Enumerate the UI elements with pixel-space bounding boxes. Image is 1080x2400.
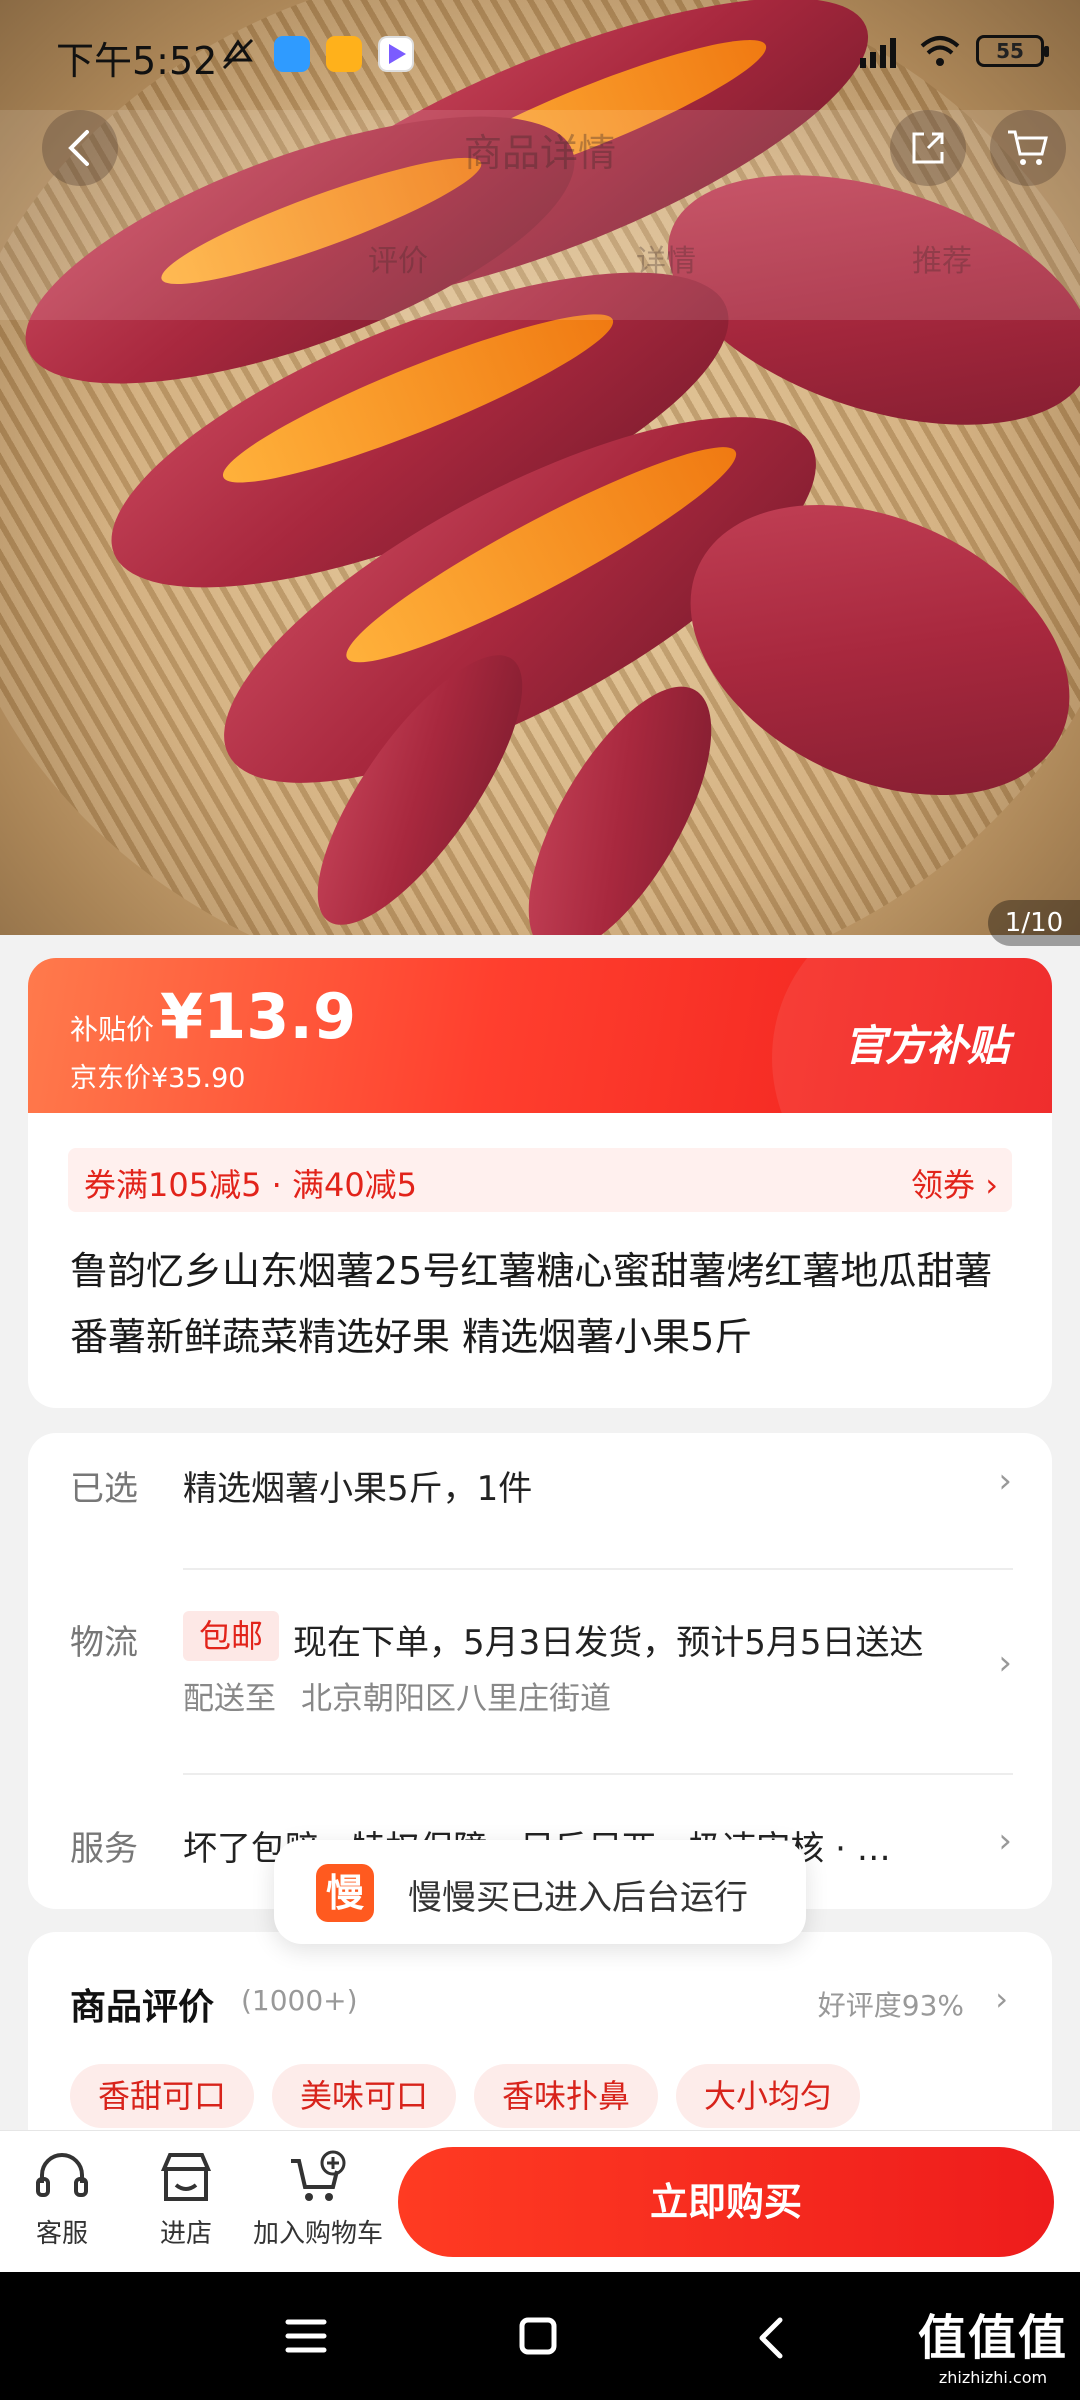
deliver-to-label: 配送至 [183, 1681, 276, 1717]
subsidy-label: 补贴价 [70, 1013, 155, 1046]
store-button[interactable]: 进店 [146, 2149, 226, 2250]
toast-text: 慢慢买已进入后台运行 [408, 1878, 748, 1918]
wifi-icon [920, 36, 960, 66]
chevron-right-icon: › [998, 1461, 1012, 1501]
buy-now-button[interactable]: 立即购买 [398, 2147, 1054, 2257]
image-counter: 1/10 [988, 900, 1080, 946]
reviews-title: 商品评价 [70, 1987, 215, 2028]
status-bar: 下午5:52 55 [0, 0, 1080, 110]
product-title: 鲁韵忆乡山东烟薯25号红薯糖心蜜甜薯烤红薯地瓜甜薯番薯新鲜蔬菜精选好果 精选烟薯… [70, 1249, 993, 1359]
coupon-text: 券满105减5 · 满40减5 [84, 1166, 418, 1204]
app-notification-icon [326, 36, 362, 72]
status-time: 下午5:52 [56, 39, 218, 83]
cart-add-icon [291, 2150, 346, 2201]
price-banner: 补贴价 ¥13.9 京东价¥35.90 官方补贴 [28, 958, 1052, 1113]
menu-icon[interactable] [284, 2316, 328, 2356]
cart-button[interactable] [990, 110, 1066, 186]
get-coupon-button[interactable]: 领券 › [911, 1160, 998, 1206]
divider [183, 1773, 1013, 1775]
mute-icon [218, 34, 258, 70]
customer-service-button[interactable]: 客服 [22, 2149, 102, 2250]
add-to-cart-button[interactable]: 加入购物车 [248, 2149, 388, 2250]
positive-rate: 好评度93% [817, 1989, 964, 2022]
store-icon [160, 2153, 212, 2201]
watermark-logo: 值值值 [917, 2310, 1068, 2366]
chevron-right-icon: › [995, 1980, 1008, 2018]
store-label: 进店 [159, 2219, 212, 2249]
service-label: 服务 [70, 1829, 138, 1869]
bottom-action-bar: 客服 进店 加入购物车 立即购买 [0, 2130, 1080, 2272]
manmanmai-app-icon: 慢 [316, 1864, 374, 1922]
share-button[interactable] [890, 110, 966, 186]
selected-value: 精选烟薯小果5斤，1件 [183, 1469, 533, 1509]
review-tag[interactable]: 香味扑鼻 [474, 2064, 659, 2128]
headset-icon [36, 2153, 88, 2197]
review-tag[interactable]: 美味可口 [272, 2064, 457, 2128]
jd-price: 京东价¥35.90 [70, 1063, 246, 1094]
tab-reviews[interactable]: 评价 [368, 236, 428, 280]
battery-icon: 55 [976, 35, 1049, 67]
subsidy-price: ¥13.9 [160, 980, 357, 1053]
tab-recommend[interactable]: 推荐 [912, 236, 972, 280]
customer-service-label: 客服 [35, 2219, 88, 2249]
tab-details[interactable]: 详情 [636, 236, 696, 280]
review-count: (1000+) [241, 1984, 358, 2017]
logistics-label: 物流 [70, 1623, 138, 1663]
review-tag[interactable]: 大小均匀 [676, 2064, 861, 2128]
delivery-address: 北京朝阳区八里庄街道 [301, 1681, 611, 1717]
official-subsidy-badge: 官方补贴 [843, 1021, 1009, 1070]
divider [183, 1568, 1013, 1570]
video-app-icon [378, 36, 414, 72]
back-nav-icon[interactable] [756, 2316, 786, 2360]
watermark-url: zhizhizhi.com [938, 2368, 1048, 2387]
review-tag[interactable]: 香甜可口 [70, 2064, 255, 2128]
selected-label: 已选 [70, 1469, 138, 1509]
system-nav-bar: 值值值 zhizhizhi.com [0, 2272, 1080, 2400]
chevron-right-icon: › [998, 1643, 1012, 1683]
background-run-toast: 慢 慢慢买已进入后台运行 [274, 1840, 806, 1944]
signal-icon [860, 38, 896, 68]
price-card: 补贴价 ¥13.9 京东价¥35.90 官方补贴 券满105减5 · 满40减5… [28, 958, 1052, 1408]
free-shipping-badge: 包邮 [183, 1611, 279, 1661]
delivery-estimate: 现在下单，5月3日发货，预计5月5日送达 [293, 1623, 924, 1663]
chevron-right-icon: › [998, 1821, 1012, 1861]
coupon-bar[interactable]: 券满105减5 · 满40减5 领券 › [68, 1148, 1012, 1212]
watermark: 值值值 zhizhizhi.com [918, 2298, 1068, 2387]
add-to-cart-label: 加入购物车 [252, 2219, 383, 2249]
spec-card: 已选 精选烟薯小果5斤，1件 › 物流 包邮 现在下单，5月3日发货，预计5月5… [28, 1433, 1052, 1909]
home-icon[interactable] [518, 2316, 558, 2356]
app-notification-icon [274, 36, 310, 72]
